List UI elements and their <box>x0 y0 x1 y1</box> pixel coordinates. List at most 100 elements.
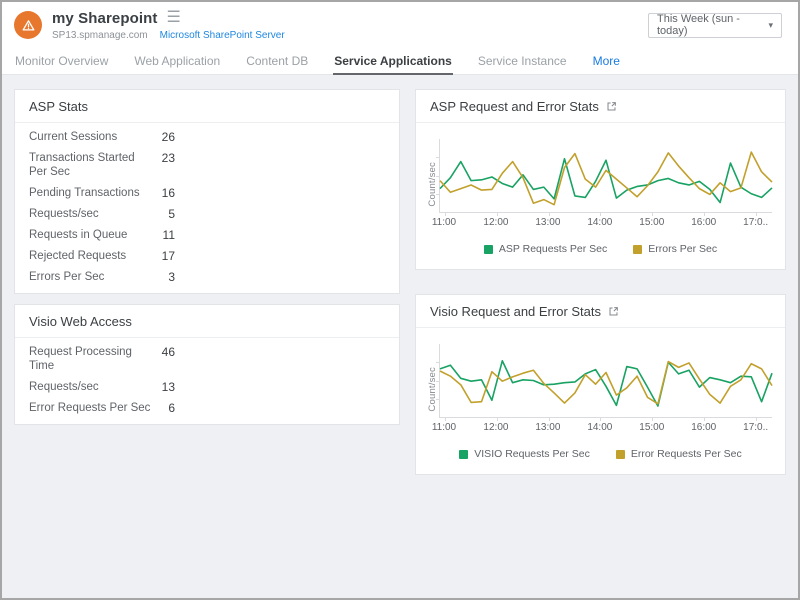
visio-web-access-panel: Visio Web Access Request Processing Time… <box>14 304 400 425</box>
asp-chart: Count/sec 11:00 12:00 13:00 14:00 1 <box>416 123 785 230</box>
asp-chart-lines <box>440 139 772 212</box>
x-axis-labels: 11:00 12:00 13:00 14:00 15:00 16:00 17:0… <box>439 422 772 435</box>
stat-row: Request Processing Time 46 <box>15 341 399 376</box>
stat-value: 46 <box>153 345 175 359</box>
x-tick-label: 12:00 <box>483 217 508 228</box>
stat-value: 3 <box>153 270 175 284</box>
dashboard-body: ASP Stats Current Sessions 26 Transactio… <box>2 75 798 598</box>
x-tick-label: 14:00 <box>587 217 612 228</box>
stat-value: 13 <box>153 380 175 394</box>
visio-chart-plot-area <box>439 344 772 418</box>
x-tick-label: 17:0.. <box>743 422 768 433</box>
stat-label: Requests/sec <box>29 380 153 394</box>
legend-label: Error Requests Per Sec <box>631 448 742 460</box>
app-window: my Sharepoint ☰ SP13.spmanage.com Micros… <box>0 0 800 600</box>
time-range-value: This Week (sun - today) <box>657 13 768 37</box>
header: my Sharepoint ☰ SP13.spmanage.com Micros… <box>2 2 798 48</box>
chevron-down-icon: ▾ <box>768 20 773 31</box>
tab-service-applications[interactable]: Service Applications <box>333 48 453 75</box>
stat-value: 6 <box>153 401 175 415</box>
legend-label: VISIO Requests Per Sec <box>474 448 590 460</box>
stat-label: Errors Per Sec <box>29 270 153 284</box>
x-tick-label: 12:00 <box>483 422 508 433</box>
x-tick-label: 11:00 <box>432 422 456 433</box>
server-type-link[interactable]: Microsoft SharePoint Server <box>160 30 285 41</box>
visio-web-access-title: Visio Web Access <box>15 305 399 338</box>
page-title: my Sharepoint <box>52 10 158 27</box>
asp-chart-title: ASP Request and Error Stats <box>430 99 599 114</box>
stats-column: ASP Stats Current Sessions 26 Transactio… <box>14 89 400 425</box>
tab-content-db[interactable]: Content DB <box>245 48 309 75</box>
legend-item[interactable]: Error Requests Per Sec <box>616 448 742 460</box>
x-tick-label: 16:00 <box>691 217 716 228</box>
visio-chart-lines <box>440 344 772 417</box>
stat-value: 11 <box>153 228 175 242</box>
asp-stats-title: ASP Stats <box>15 90 399 123</box>
legend-swatch-yellow <box>633 245 642 254</box>
asp-chart-panel: ASP Request and Error Stats Count/sec <box>415 89 786 270</box>
x-tick-label: 13:00 <box>535 217 560 228</box>
legend-swatch-green <box>484 245 493 254</box>
open-in-new-icon[interactable] <box>608 306 619 317</box>
monitor-status-avatar <box>14 11 42 39</box>
tab-bar: Monitor Overview Web Application Content… <box>2 48 798 75</box>
tab-web-application[interactable]: Web Application <box>133 48 221 75</box>
stat-row: Pending Transactions 16 <box>15 182 399 203</box>
legend-item[interactable]: VISIO Requests Per Sec <box>459 448 590 460</box>
stat-row: Requests/sec 5 <box>15 203 399 224</box>
legend-label: Errors Per Sec <box>648 243 717 255</box>
stat-label: Error Requests Per Sec <box>29 401 153 415</box>
hamburger-menu-icon[interactable]: ☰ <box>167 10 181 26</box>
visio-chart-title: Visio Request and Error Stats <box>430 304 601 319</box>
stat-label: Requests in Queue <box>29 228 153 242</box>
x-tick-label: 16:00 <box>691 422 716 433</box>
warning-icon <box>21 18 36 33</box>
stat-label: Transactions Started Per Sec <box>29 151 153 179</box>
stat-label: Request Processing Time <box>29 345 153 373</box>
x-axis-labels: 11:00 12:00 13:00 14:00 15:00 16:00 17:0… <box>439 217 772 230</box>
tab-monitor-overview[interactable]: Monitor Overview <box>14 48 109 75</box>
x-tick-label: 11:00 <box>432 217 456 228</box>
x-tick-label: 15:00 <box>639 422 664 433</box>
visio-chart: Count/sec 11:00 12:00 13:00 14:00 1 <box>416 328 785 435</box>
stat-value: 17 <box>153 249 175 263</box>
stat-row: Requests in Queue 11 <box>15 224 399 245</box>
stat-label: Requests/sec <box>29 207 153 221</box>
stat-value: 16 <box>153 186 175 200</box>
monitor-host: SP13.spmanage.com <box>52 30 148 41</box>
stat-row: Transactions Started Per Sec 23 <box>15 147 399 182</box>
charts-column: ASP Request and Error Stats Count/sec <box>415 89 786 475</box>
open-in-new-icon[interactable] <box>606 101 617 112</box>
asp-stats-panel: ASP Stats Current Sessions 26 Transactio… <box>14 89 400 294</box>
x-tick-label: 14:00 <box>587 422 612 433</box>
tab-service-instance[interactable]: Service Instance <box>477 48 568 75</box>
x-tick-label: 15:00 <box>639 217 664 228</box>
stat-label: Current Sessions <box>29 130 153 144</box>
stat-row: Current Sessions 26 <box>15 126 399 147</box>
y-axis-label: Count/sec <box>427 367 438 412</box>
stat-value: 5 <box>153 207 175 221</box>
tab-more[interactable]: More <box>592 48 621 75</box>
visio-chart-panel: Visio Request and Error Stats Count/sec <box>415 294 786 475</box>
legend-label: ASP Requests Per Sec <box>499 243 607 255</box>
monitor-identity: my Sharepoint ☰ SP13.spmanage.com Micros… <box>52 10 285 41</box>
stat-label: Pending Transactions <box>29 186 153 200</box>
legend-swatch-green <box>459 450 468 459</box>
y-axis-label: Count/sec <box>427 162 438 207</box>
stat-row: Errors Per Sec 3 <box>15 266 399 287</box>
stat-row: Error Requests Per Sec 6 <box>15 397 399 418</box>
x-tick-label: 13:00 <box>535 422 560 433</box>
legend-item[interactable]: ASP Requests Per Sec <box>484 243 607 255</box>
stat-row: Requests/sec 13 <box>15 376 399 397</box>
visio-chart-legend: VISIO Requests Per Sec Error Requests Pe… <box>416 448 785 460</box>
asp-chart-plot-area <box>439 139 772 213</box>
asp-chart-legend: ASP Requests Per Sec Errors Per Sec <box>416 243 785 255</box>
stat-value: 26 <box>153 130 175 144</box>
legend-item[interactable]: Errors Per Sec <box>633 243 717 255</box>
stat-value: 23 <box>153 151 175 165</box>
stat-label: Rejected Requests <box>29 249 153 263</box>
x-tick-label: 17:0.. <box>743 217 768 228</box>
time-range-select[interactable]: This Week (sun - today) ▾ <box>648 13 782 38</box>
stat-row: Rejected Requests 17 <box>15 245 399 266</box>
legend-swatch-yellow <box>616 450 625 459</box>
